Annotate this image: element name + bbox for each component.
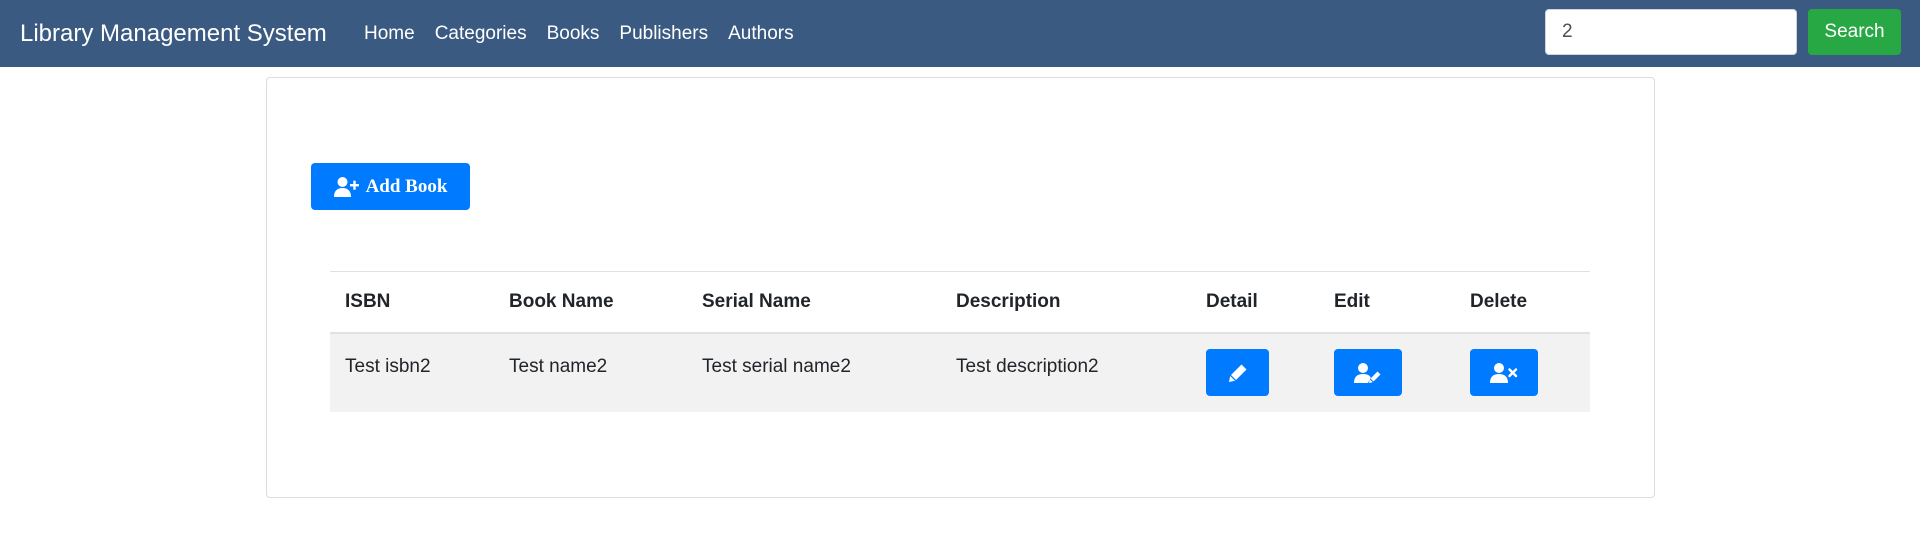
nav-link-publishers[interactable]: Publishers [619, 20, 708, 48]
column-header-edit: Edit [1319, 271, 1455, 334]
cell-serial-name: Test serial name2 [687, 333, 941, 412]
user-edit-icon [1354, 362, 1382, 384]
column-header-detail: Detail [1191, 271, 1319, 334]
search-input[interactable] [1545, 9, 1797, 55]
nav-link-books[interactable]: Books [547, 20, 600, 48]
add-book-button[interactable]: Add Book [311, 163, 470, 210]
nav-links: Home Categories Books Publishers Authors [364, 20, 814, 48]
add-book-label: Add Book [365, 175, 448, 197]
search-button[interactable]: Search [1808, 9, 1901, 55]
column-header-description: Description [941, 271, 1191, 334]
nav-link-authors[interactable]: Authors [728, 20, 793, 48]
nav-link-home[interactable]: Home [364, 20, 415, 48]
cell-edit [1319, 333, 1455, 412]
cell-description-text: Test description2 [956, 356, 1099, 377]
cell-isbn: Test isbn2 [330, 333, 494, 412]
cell-serial-name-text: Test serial name2 [702, 356, 851, 377]
cell-detail [1191, 333, 1319, 412]
cell-isbn-text: Test isbn2 [345, 356, 431, 377]
column-header-serial-name: Serial Name [687, 271, 941, 334]
detail-button[interactable] [1206, 349, 1269, 396]
cell-book-name-text: Test name2 [509, 356, 608, 377]
cell-book-name: Test name2 [494, 333, 687, 412]
cell-description: Test description2 [941, 333, 1191, 412]
pen-icon [1227, 362, 1249, 384]
edit-button[interactable] [1334, 349, 1402, 396]
column-header-book-name: Book Name [494, 271, 687, 334]
books-table: ISBN Book Name Serial Name Description D… [330, 271, 1590, 412]
user-plus-icon [333, 176, 360, 198]
table-row: Test isbn2 Test name2 Test serial name2 … [330, 333, 1590, 412]
navbar: Library Management System Home Categorie… [0, 0, 1920, 67]
column-header-delete: Delete [1455, 271, 1590, 334]
delete-button[interactable] [1470, 349, 1538, 396]
column-header-isbn: ISBN [330, 271, 494, 334]
cell-delete [1455, 333, 1590, 412]
table-header-row: ISBN Book Name Serial Name Description D… [330, 271, 1590, 334]
nav-link-categories[interactable]: Categories [435, 20, 527, 48]
brand-title[interactable]: Library Management System [20, 19, 327, 49]
user-remove-icon [1490, 362, 1518, 384]
